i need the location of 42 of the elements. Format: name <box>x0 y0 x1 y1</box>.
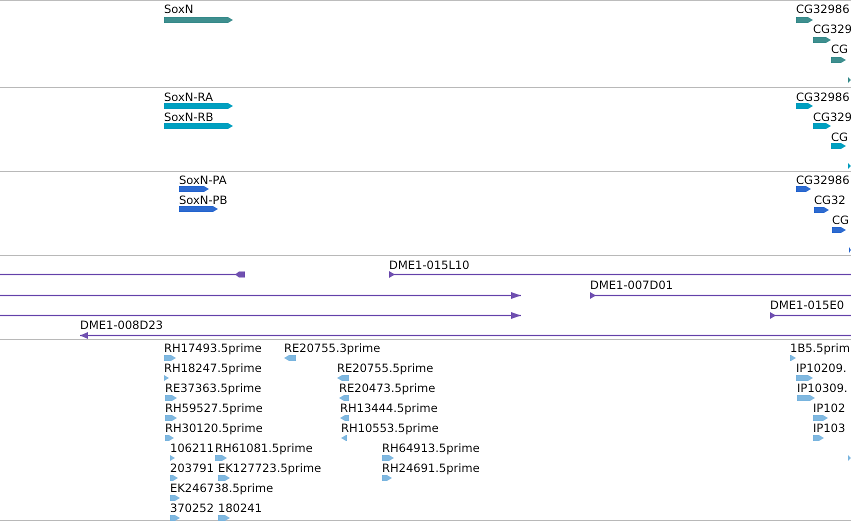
feature-label: IP10209. <box>796 362 847 375</box>
feature-label: RE20473.5prime <box>339 382 436 395</box>
feature-label: EK246738.5prime <box>170 482 274 495</box>
feature-label: CG <box>832 214 849 227</box>
feature-label: 180241 <box>218 502 262 515</box>
feature-label: RH30120.5prime <box>165 422 263 435</box>
feature-label: SoxN <box>164 3 194 16</box>
feature-label: CG329 <box>813 111 851 124</box>
feature-label: CG32986 <box>796 3 850 16</box>
feature-label: SoxN-RB <box>164 111 214 124</box>
feature-label: 1B5.5prim <box>790 342 850 355</box>
feature-label: RH24691.5prime <box>382 462 480 475</box>
feature-label: CG329 <box>813 23 851 36</box>
feature-label: CG32986 <box>796 91 850 104</box>
clone-label: DME1-007D01 <box>590 279 673 292</box>
feature-label: 203791 <box>170 462 214 475</box>
clone-label: DME1-015E0 <box>770 299 844 312</box>
feature-label: IP102 <box>813 402 846 415</box>
feature-label: SoxN-PB <box>179 194 228 207</box>
feature-label: RH13444.5prime <box>340 402 438 415</box>
feature-label: RE20755.3prime <box>284 342 380 355</box>
feature-label: 370252 <box>170 502 214 515</box>
feature-label: CG32986 <box>796 174 850 187</box>
feature-label: RH18247.5prime <box>164 362 262 375</box>
feature-label: IP10309. <box>797 382 848 395</box>
feature-label: CG <box>831 131 848 144</box>
feature-label: SoxN-PA <box>179 174 227 187</box>
feature-label: IP103 <box>813 422 846 435</box>
feature-label: RH61081.5prime <box>215 442 313 455</box>
feature-label: CG <box>831 43 848 56</box>
feature-label: RH17493.5prime <box>164 342 262 355</box>
feature-label: SoxN-RA <box>164 91 213 104</box>
feature-label: RE37363.5prime <box>165 382 262 395</box>
clone-label: DME1-008D23 <box>80 319 163 332</box>
feature-label: RH10553.5prime <box>341 422 439 435</box>
feature-label: RH64913.5prime <box>382 442 480 455</box>
feature-label: CG32 <box>814 194 846 207</box>
clone-label: DME1-015L10 <box>389 259 470 272</box>
feature-label: EK127723.5prime <box>218 462 322 475</box>
feature-label: RH59527.5prime <box>165 402 263 415</box>
feature-label: 106211 <box>170 442 214 455</box>
feature-label: RE20755.5prime <box>337 362 434 375</box>
